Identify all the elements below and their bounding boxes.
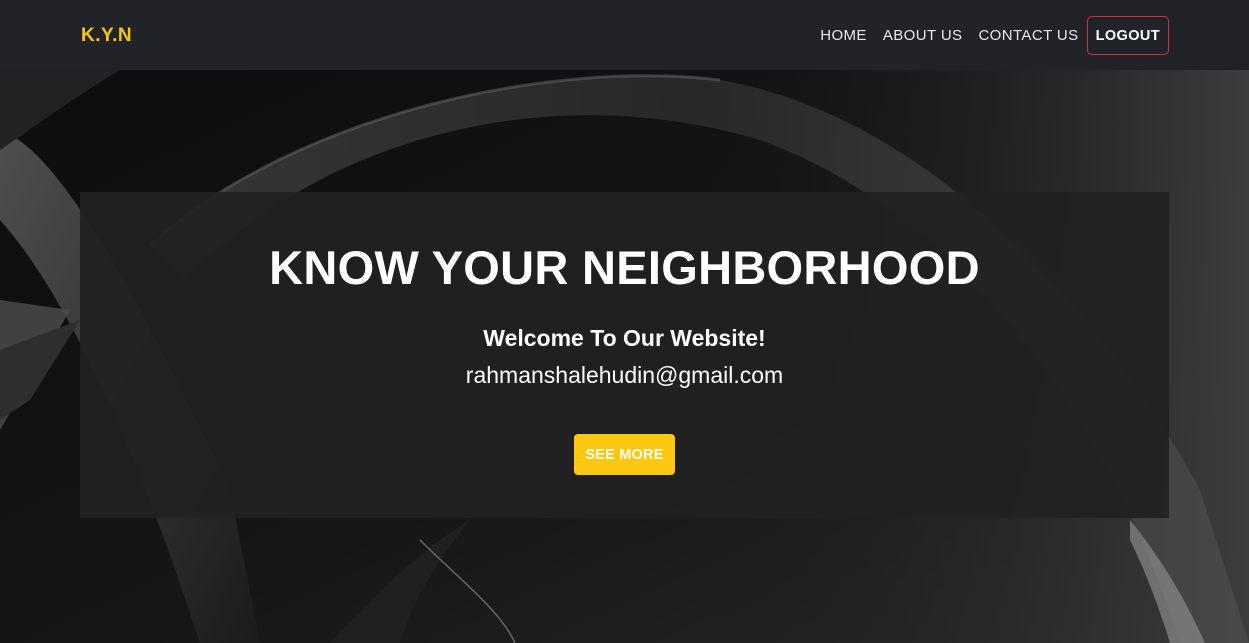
nav-contact-link[interactable]: CONTACT US	[978, 27, 1078, 44]
see-more-button[interactable]: SEE MORE	[574, 434, 675, 475]
welcome-text: Welcome To Our Website!	[483, 325, 766, 351]
nav-about-link[interactable]: ABOUT US	[883, 27, 963, 44]
brand-logo-link[interactable]: K.Y.N	[81, 25, 132, 47]
nav-links: HOME ABOUT US CONTACT US LOGOUT	[804, 16, 1169, 55]
hero-panel: KNOW YOUR NEIGHBORHOOD Welcome To Our We…	[80, 192, 1169, 518]
nav-home-link[interactable]: HOME	[820, 27, 867, 44]
logout-button[interactable]: LOGOUT	[1086, 16, 1169, 55]
hero-title: KNOW YOUR NEIGHBORHOOD	[269, 241, 980, 294]
navbar: K.Y.N HOME ABOUT US CONTACT US LOGOUT	[0, 0, 1249, 70]
user-email: rahmanshalehudin@gmail.com	[465, 362, 784, 388]
